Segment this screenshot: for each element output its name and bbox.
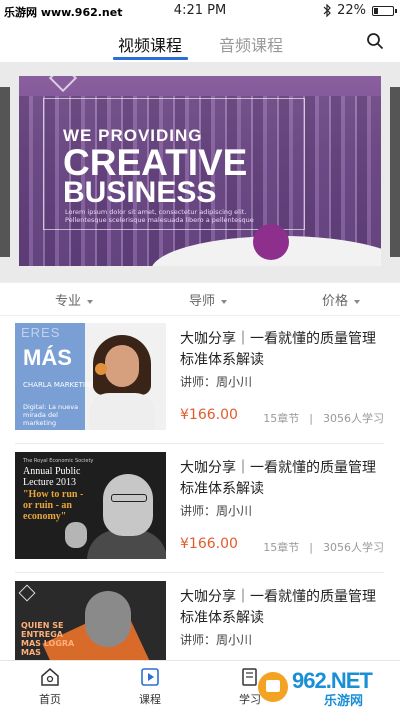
banner-body-text: Lorem ipsum dolor sit amet, consectetur …	[65, 208, 254, 224]
banner-prev-peek	[0, 87, 10, 257]
course-item[interactable]: The Royal Economic Society Annual Public…	[0, 444, 400, 573]
banner-slide[interactable]: WE PROVIDING CREATIVE BUSINESS Lorem ips…	[19, 76, 381, 266]
course-chapters: 15章节	[263, 412, 300, 425]
thumb-decoration	[95, 363, 107, 375]
filter-teacher-label: 导师	[189, 294, 216, 309]
course-item[interactable]: ERES MÁS CHARLA MARKETING Digital: La nu…	[0, 315, 400, 444]
thumb-figure	[65, 522, 87, 548]
banner-next-peek	[390, 87, 400, 257]
filter-price-label: 价格	[322, 294, 349, 309]
nav-course-label: 课程	[139, 693, 161, 706]
bluetooth-icon	[323, 4, 331, 17]
site-watermark: 962.NET 乐游网	[254, 666, 394, 709]
thumb-text: CHARLA MARKETING	[23, 381, 96, 389]
search-icon[interactable]	[366, 32, 384, 50]
course-teacher: 讲师：周小川	[180, 633, 253, 647]
course-icon	[141, 668, 159, 686]
thumb-figure	[89, 393, 155, 430]
thumb-text: MÁS	[23, 345, 72, 370]
course-title: 大咖分享｜一看就懂的质量管理标准体系解读	[180, 589, 376, 626]
filter-price[interactable]: 价格	[322, 290, 361, 309]
meta-separator: |	[309, 541, 313, 554]
thumb-text: Annual Public Lecture 2013	[23, 466, 81, 488]
course-tabs: 视频课程 音频课程	[0, 22, 400, 62]
course-learners: 3056人学习	[323, 412, 384, 425]
course-price: ¥166.00	[180, 536, 238, 552]
course-price: ¥166.00	[180, 407, 238, 423]
course-meta: 15章节 | 3056人学习	[263, 410, 384, 426]
filter-teacher[interactable]: 导师	[189, 290, 228, 309]
thumb-figure	[105, 345, 139, 387]
nav-home-label: 首页	[39, 693, 61, 706]
course-thumbnail: ERES MÁS CHARLA MARKETING Digital: La nu…	[15, 323, 166, 430]
banner-headline-3: BUSINESS	[63, 176, 217, 209]
course-chapters: 15章节	[263, 541, 300, 554]
thumb-text: Digital: La nueva mirada del marketing	[23, 403, 79, 427]
banner-logo-mark	[48, 76, 78, 93]
course-meta: 15章节 | 3056人学习	[263, 539, 384, 555]
thumb-text: The Royal Economic Society	[23, 458, 94, 464]
thumb-text: "How to run - or ruin - an economy"	[23, 489, 84, 522]
thumb-text: QUIEN SE ENTREGA MAS LOGRA MAS	[21, 621, 75, 657]
watermark-sub-text: 乐游网	[324, 694, 364, 709]
filter-major[interactable]: 专业	[55, 290, 94, 309]
status-right: 22%	[323, 3, 397, 18]
battery-icon	[372, 5, 397, 16]
nav-course[interactable]: 课程	[110, 661, 190, 711]
home-icon	[41, 668, 59, 686]
course-learners: 3056人学习	[323, 541, 384, 554]
tab-video-courses[interactable]: 视频课程	[118, 32, 182, 56]
meta-separator: |	[309, 412, 313, 425]
caret-down-icon	[221, 299, 228, 304]
thumb-figure	[85, 591, 131, 647]
status-bar: 乐游网 www.962.net 4:21 PM 22%	[0, 0, 400, 22]
nav-home[interactable]: 首页	[10, 661, 90, 711]
thumb-text: ERES	[21, 325, 61, 340]
caret-down-icon	[354, 299, 361, 304]
tab-active-indicator	[113, 57, 188, 60]
caret-down-icon	[87, 299, 94, 304]
watermark-logo-icon	[258, 672, 288, 702]
thumb-logo-mark	[18, 584, 36, 602]
filter-major-label: 专业	[55, 294, 82, 309]
course-teacher: 讲师：周小川	[180, 504, 253, 518]
thumb-figure	[103, 474, 153, 536]
tab-audio-courses[interactable]: 音频课程	[219, 32, 283, 56]
course-title: 大咖分享｜一看就懂的质量管理标准体系解读	[180, 460, 376, 497]
course-thumbnail: The Royal Economic Society Annual Public…	[15, 452, 166, 559]
battery-percent: 22%	[337, 3, 366, 18]
course-title: 大咖分享｜一看就懂的质量管理标准体系解读	[180, 331, 376, 368]
banner-circle	[253, 224, 289, 260]
course-teacher: 讲师：周小川	[180, 375, 253, 389]
filter-bar: 专业 导师 价格	[0, 282, 400, 316]
banner-carousel[interactable]: WE PROVIDING CREATIVE BUSINESS Lorem ips…	[0, 62, 400, 282]
thumb-figure	[111, 494, 147, 502]
